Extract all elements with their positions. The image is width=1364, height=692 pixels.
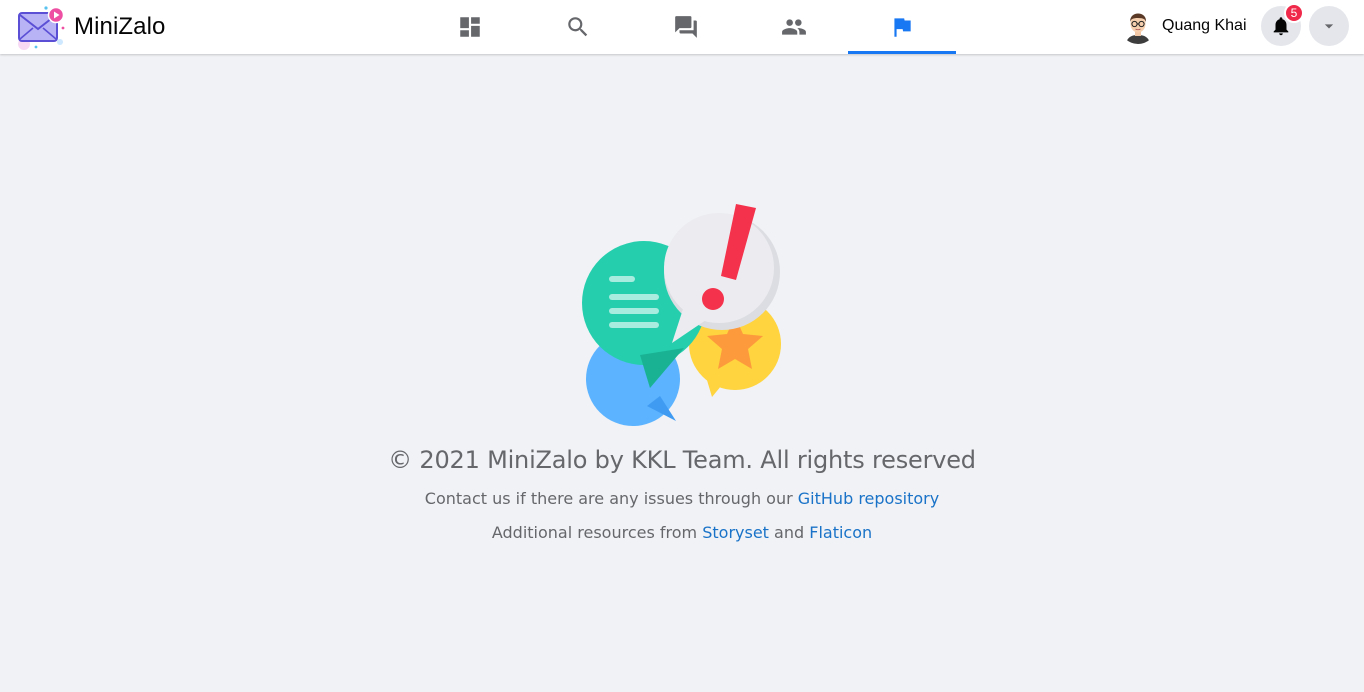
people-icon (782, 19, 806, 35)
tab-about[interactable] (848, 0, 956, 54)
notifications-button[interactable]: 5 (1261, 3, 1304, 46)
notification-count-badge: 5 (1284, 3, 1304, 23)
flag-icon (894, 18, 911, 37)
resources-and-text: and (774, 523, 805, 542)
user-name: Quang Khai (1162, 17, 1247, 34)
github-repository-link[interactable]: GitHub repository (798, 489, 939, 508)
app-name: MiniZalo (74, 13, 166, 40)
chat-alert-illustration (582, 204, 781, 426)
main-nav-tabs (416, 0, 956, 54)
user-avatar (1120, 8, 1156, 44)
app-logo-icon (18, 6, 65, 50)
search-icon (568, 17, 588, 37)
footer-contact-line: Contact us if there are any issues throu… (0, 489, 1364, 508)
footer-copyright: © 2021 MiniZalo by KKL Team. All rights … (388, 446, 976, 474)
footer-resources-line: Additional resources from Storyset and F… (0, 523, 1364, 542)
account-menu-button[interactable] (1309, 6, 1349, 46)
tab-messages[interactable] (632, 0, 740, 54)
dashboard-icon (460, 17, 480, 37)
caret-down-icon (1324, 24, 1334, 29)
contact-text: Contact us if there are any issues throu… (424, 489, 793, 508)
top-navigation-bar: MiniZalo Quang Khai 5 (0, 0, 1364, 54)
brand-home-link[interactable]: MiniZalo (16, 4, 166, 50)
resources-text: Additional resources from (491, 523, 698, 542)
flaticon-link[interactable]: Flaticon (809, 523, 872, 542)
chat-bubbles-icon (675, 16, 697, 38)
user-profile-chip[interactable]: Quang Khai (1120, 6, 1255, 46)
storyset-link[interactable]: Storyset (702, 523, 769, 542)
tab-dashboard[interactable] (416, 0, 524, 54)
tab-friends[interactable] (740, 0, 848, 54)
tab-search[interactable] (524, 0, 632, 54)
